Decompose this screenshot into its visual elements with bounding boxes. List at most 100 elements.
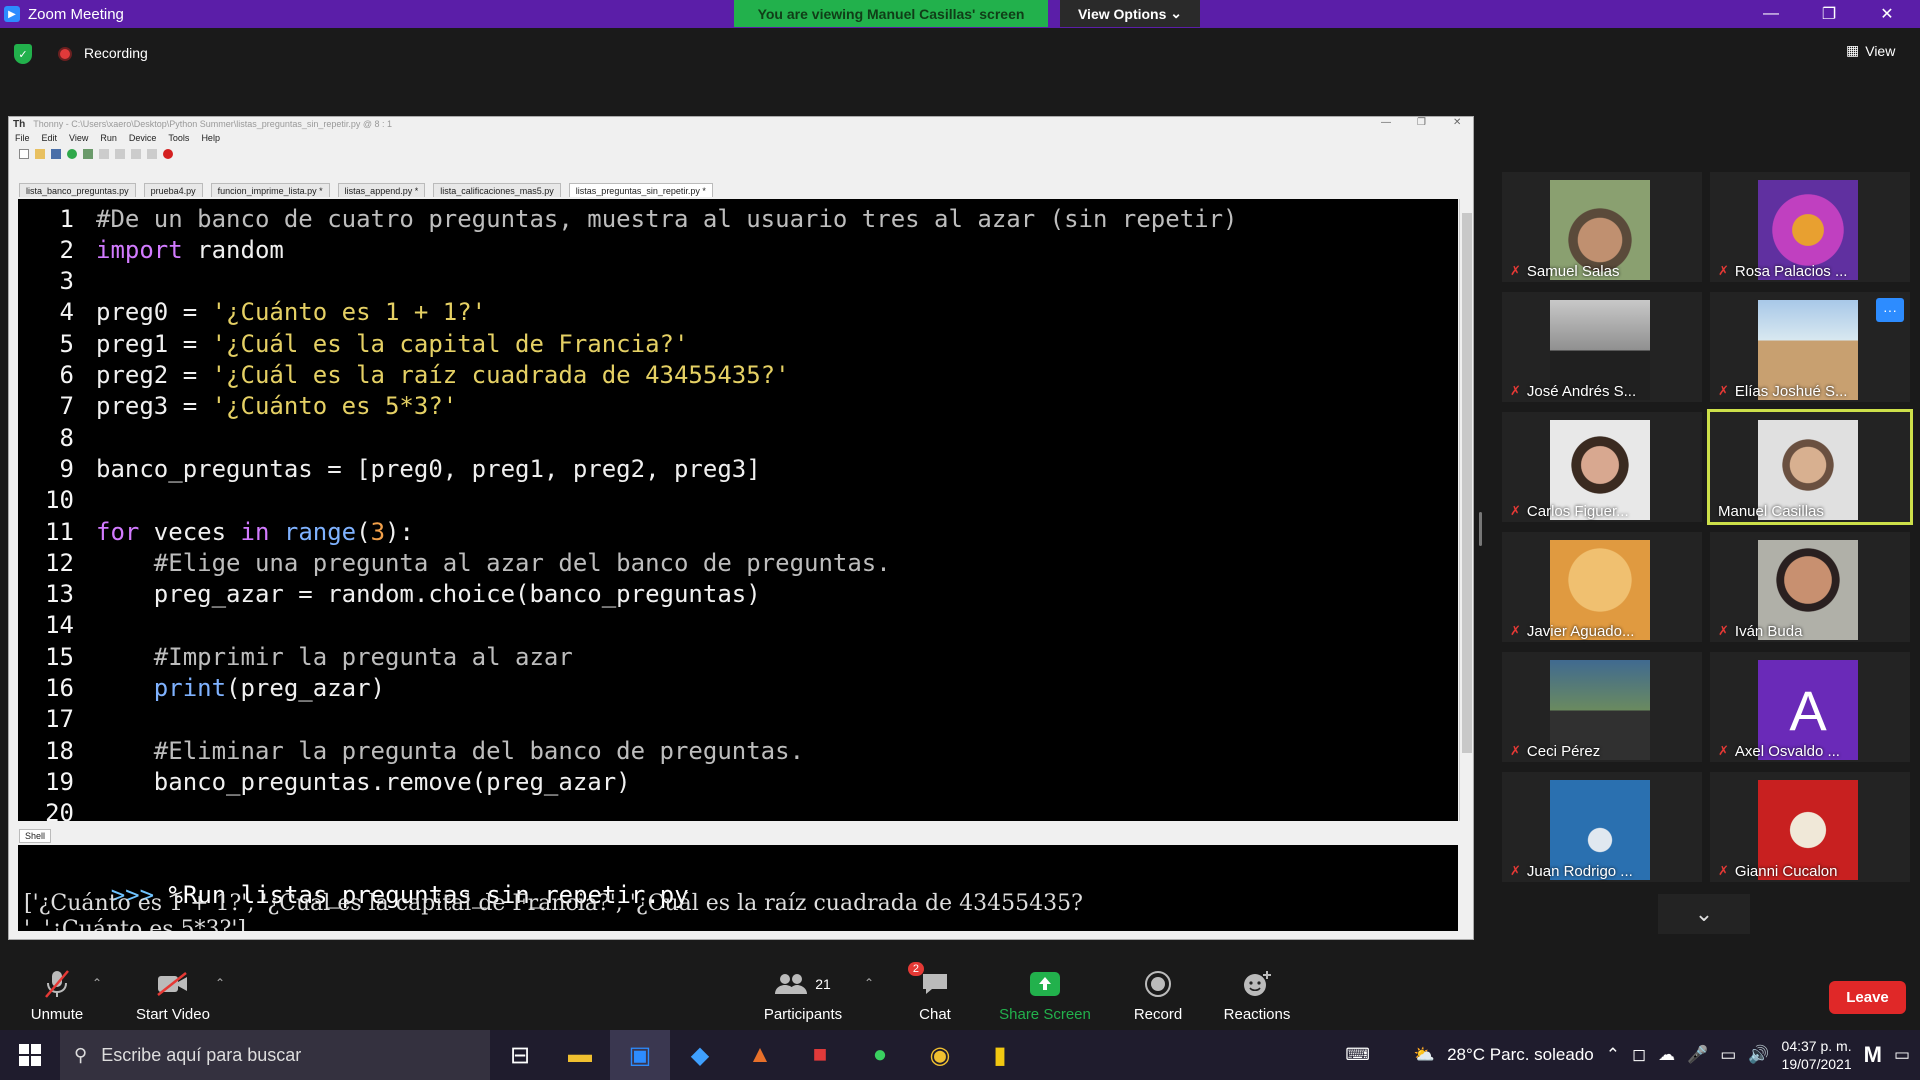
keyboard-icon[interactable]: ⌨ xyxy=(1345,1045,1370,1065)
record-icon xyxy=(1144,968,1172,1000)
debug-icon[interactable] xyxy=(83,149,93,159)
audio-options-caret-icon[interactable]: ⌃ xyxy=(92,976,102,990)
save-icon[interactable] xyxy=(51,149,61,159)
menu-device[interactable]: Device xyxy=(129,133,157,143)
view-button[interactable]: ▦ View xyxy=(1846,42,1895,59)
matlab-icon[interactable]: ▲ xyxy=(730,1030,790,1080)
resume-icon[interactable] xyxy=(147,149,157,159)
thonny-minimize-icon[interactable]: — xyxy=(1381,117,1391,128)
mic-muted-icon: ✗ xyxy=(1718,263,1729,278)
zoom-taskbar-icon[interactable]: ▣ xyxy=(610,1030,670,1080)
participant-name: José Andrés S... xyxy=(1526,382,1637,400)
participant-tile[interactable]: ✗ Gianni Cucalon xyxy=(1710,772,1910,882)
vscode-icon[interactable]: ◆ xyxy=(670,1030,730,1080)
video-options-caret-icon[interactable]: ⌃ xyxy=(215,976,225,990)
menu-view[interactable]: View xyxy=(69,133,88,143)
more-options-icon[interactable]: ··· xyxy=(1876,298,1904,322)
notifications-icon[interactable]: ▭ xyxy=(1894,1045,1910,1065)
stop-icon[interactable] xyxy=(163,149,173,159)
minimize-icon[interactable]: — xyxy=(1742,0,1800,28)
restore-icon[interactable]: ❐ xyxy=(1800,0,1858,28)
view-options-button[interactable]: View Options ⌄ xyxy=(1060,0,1200,27)
menu-file[interactable]: File xyxy=(15,133,30,143)
line-number: 12 xyxy=(45,548,74,577)
whatsapp-icon[interactable]: ● xyxy=(850,1030,910,1080)
participants-button[interactable]: 21 Participants xyxy=(748,968,858,1023)
taskbar-clock[interactable]: 04:37 p. m. 19/07/2021 xyxy=(1782,1037,1852,1073)
participant-tile[interactable]: Manuel Casillas xyxy=(1707,409,1913,525)
leave-button[interactable]: Leave xyxy=(1829,981,1906,1014)
participant-name-bar: ✗ Axel Osvaldo ... xyxy=(1710,740,1840,762)
line-number: 8 xyxy=(59,423,74,452)
powerbi-icon[interactable]: ▮ xyxy=(970,1030,1030,1080)
menu-tools[interactable]: Tools xyxy=(168,133,189,143)
battery-icon[interactable]: ▭ xyxy=(1720,1045,1736,1065)
taskbar-search-input[interactable]: ⚲ Escribe aquí para buscar xyxy=(60,1030,490,1080)
weather-text[interactable]: 28°C Parc. soleado xyxy=(1447,1045,1594,1065)
participant-tile[interactable]: ✗ José Andrés S... xyxy=(1502,292,1702,402)
tray-caret-icon[interactable]: ⌃ xyxy=(1606,1045,1620,1065)
close-icon[interactable]: ✕ xyxy=(1858,0,1916,28)
line-number: 4 xyxy=(59,298,74,327)
task-view-icon[interactable]: ⊟ xyxy=(490,1030,550,1080)
reactions-button[interactable]: Reactions xyxy=(1202,968,1312,1023)
step-into-icon[interactable] xyxy=(115,149,125,159)
app-m-icon[interactable]: M xyxy=(1864,1042,1882,1068)
security-shield-icon[interactable]: ✓ xyxy=(14,44,32,64)
resize-handle[interactable] xyxy=(1479,512,1482,546)
thonny-logo-icon: Th xyxy=(13,118,26,130)
volume-icon[interactable]: 🔊 xyxy=(1748,1045,1769,1065)
file-explorer-icon[interactable]: ▬ xyxy=(550,1030,610,1080)
thonny-restore-icon[interactable]: ❐ xyxy=(1417,117,1426,128)
camera-icon[interactable]: ◻ xyxy=(1632,1045,1646,1065)
thonny-close-icon[interactable]: ✕ xyxy=(1453,117,1461,128)
tab-funcion-imprime-lista[interactable]: funcion_imprime_lista.py * xyxy=(210,183,330,197)
participant-name: Gianni Cucalon xyxy=(1734,862,1838,880)
menu-help[interactable]: Help xyxy=(201,133,220,143)
tab-lista-banco-preguntas[interactable]: lista_banco_preguntas.py xyxy=(19,183,136,197)
tab-listas-preguntas-sin-repetir[interactable]: listas_preguntas_sin_repetir.py * xyxy=(568,183,713,197)
participant-tile[interactable]: ✗ Ceci Pérez xyxy=(1502,652,1702,762)
participants-caret-icon[interactable]: ⌃ xyxy=(864,976,874,990)
code-editor[interactable]: 1 #De un banco de cuatro preguntas, muest… xyxy=(18,199,1458,821)
share-screen-button[interactable]: Share Screen xyxy=(990,968,1100,1023)
shell-tab[interactable]: Shell xyxy=(19,829,52,843)
microphone-icon[interactable]: 🎤 xyxy=(1687,1045,1708,1065)
step-over-icon[interactable] xyxy=(99,149,109,159)
menu-edit[interactable]: Edit xyxy=(42,133,58,143)
participant-name-bar: Manuel Casillas xyxy=(1710,500,1824,522)
participant-name: Juan Rodrigo ... xyxy=(1526,862,1633,880)
participant-name: Ceci Pérez xyxy=(1526,742,1601,760)
step-out-icon[interactable] xyxy=(131,149,141,159)
shell-output-continued: ', '¿Cuánto es 5*3?'] xyxy=(24,917,246,931)
app-tiles-icon[interactable]: ■ xyxy=(790,1030,850,1080)
tab-lista-calificaciones[interactable]: lista_calificaciones_mas5.py xyxy=(433,183,561,197)
menu-run[interactable]: Run xyxy=(100,133,117,143)
network-icon[interactable]: ☁ xyxy=(1658,1045,1675,1065)
line-number: 16 xyxy=(45,674,74,702)
run-icon[interactable] xyxy=(67,149,77,159)
grid-icon: ▦ xyxy=(1846,42,1860,58)
participant-tile[interactable]: ✗ Iván Buda xyxy=(1710,532,1910,642)
windows-start-icon[interactable] xyxy=(0,1030,60,1080)
participant-tile[interactable]: ✗ Juan Rodrigo ... xyxy=(1502,772,1702,882)
open-file-icon[interactable] xyxy=(35,149,45,159)
editor-scrollbar[interactable] xyxy=(1459,199,1473,821)
participant-tile[interactable]: ✗ Rosa Palacios ... xyxy=(1710,172,1910,282)
gallery-scroll-down-icon[interactable]: ⌄ xyxy=(1658,894,1750,934)
line-number: 10 xyxy=(45,486,74,515)
chat-button[interactable]: 2 Chat xyxy=(880,962,990,1023)
participant-tile[interactable]: ✗ Samuel Salas xyxy=(1502,172,1702,282)
tab-listas-append[interactable]: listas_append.py * xyxy=(337,183,426,197)
participant-name: Elías Joshué S... xyxy=(1734,382,1848,400)
tab-prueba4[interactable]: prueba4.py xyxy=(143,183,203,197)
participant-tile[interactable]: ✗ Javier Aguado... xyxy=(1502,532,1702,642)
record-button[interactable]: Record xyxy=(1103,968,1213,1023)
participant-tile[interactable]: A ✗ Axel Osvaldo ... xyxy=(1710,652,1910,762)
participant-tile[interactable]: ✗ Carlos Figuer... xyxy=(1502,412,1702,522)
shell-panel[interactable]: >>> %Run listas_preguntas_sin_repetir.py… xyxy=(18,845,1458,931)
start-video-button[interactable]: Start Video xyxy=(118,968,228,1023)
participants-count: 21 xyxy=(815,976,831,992)
new-file-icon[interactable] xyxy=(19,149,29,159)
chrome-icon[interactable]: ◉ xyxy=(910,1030,970,1080)
